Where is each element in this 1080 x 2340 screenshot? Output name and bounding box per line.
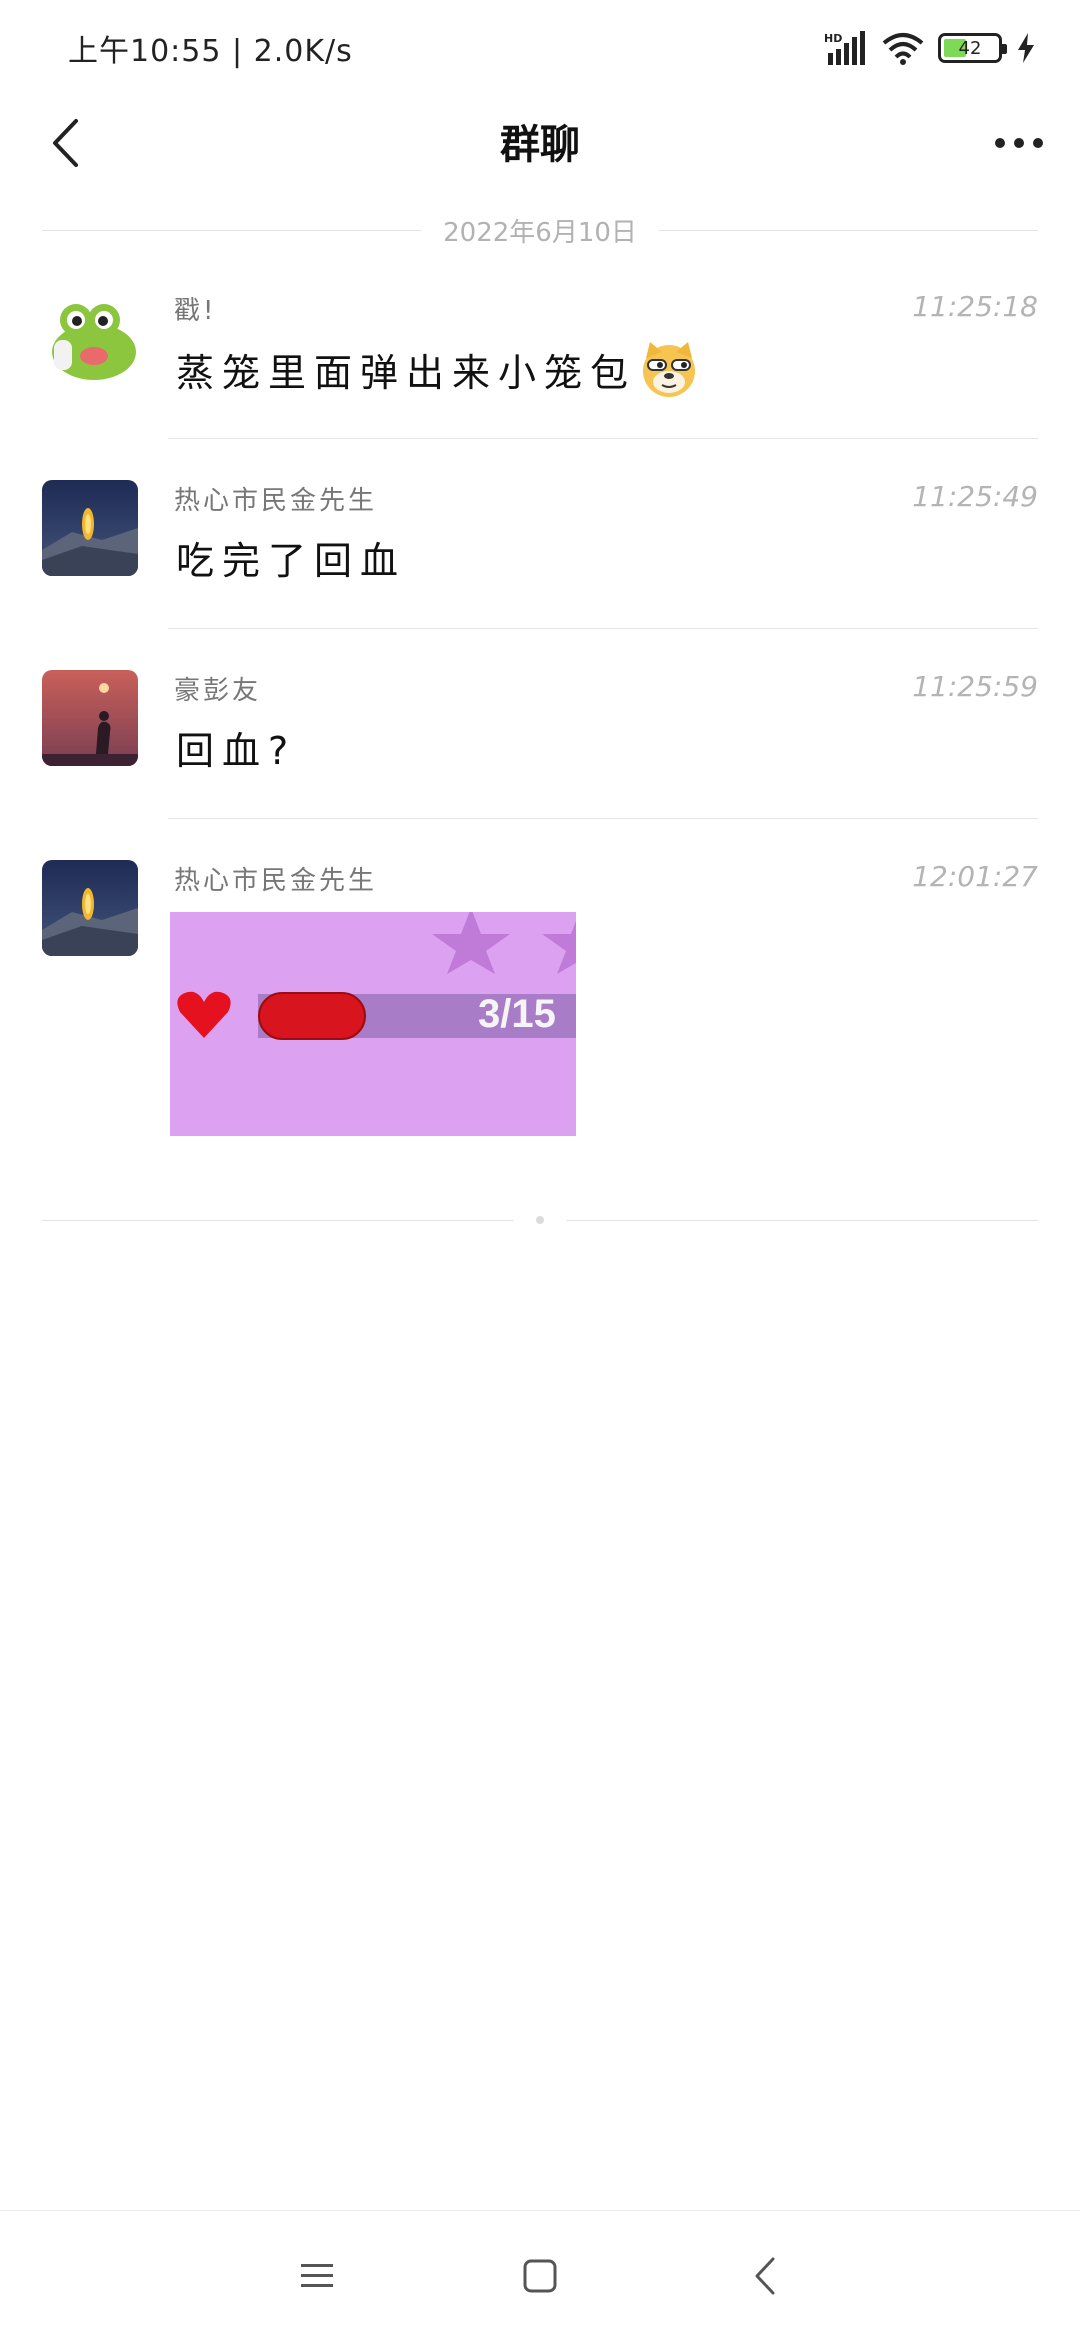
message-time: 11:25:18 [912, 290, 1038, 323]
avatar[interactable] [42, 290, 138, 386]
home-button[interactable] [510, 2246, 570, 2306]
network-label: HD [824, 32, 842, 45]
heart-icon [177, 991, 231, 1038]
message-time: 11:25:49 [912, 480, 1038, 513]
message-text: 回血? [176, 729, 297, 773]
message-item[interactable]: 热心市民金先生 12:01:27 3/15 [0, 860, 1080, 1150]
end-dot [536, 1216, 544, 1224]
message-separator [168, 818, 1038, 819]
sender-name: 戳! [174, 296, 217, 326]
star-icon [432, 912, 510, 974]
message-text: 吃完了回血 [176, 539, 407, 583]
message-separator [168, 628, 1038, 629]
menu-icon [301, 2264, 333, 2287]
night-mountain-avatar-icon [42, 480, 138, 576]
message-time: 11:25:59 [912, 670, 1038, 703]
message-item[interactable]: 豪彭友 11:25:59 回血? [0, 670, 1080, 820]
sender-name: 热心市民金先生 [174, 486, 378, 516]
charging-icon [1018, 33, 1034, 63]
page-title: 群聊 [500, 122, 580, 168]
message-time: 12:01:27 [912, 860, 1038, 893]
message-item[interactable]: 戳! 11:25:18 蒸笼里面弹出来小笼包 [0, 290, 1080, 440]
message-text-row: 蒸笼里面弹出来小笼包 [176, 340, 698, 398]
date-divider: 2022年6月10日 [42, 210, 1039, 250]
star-icon [542, 921, 576, 974]
back-icon [755, 2257, 775, 2295]
signal-icon: HD [824, 31, 865, 65]
navigation-bar [0, 2210, 1080, 2340]
status-bar: 上午10:55 | 2.0K/s HD 42 [0, 0, 1080, 90]
avatar[interactable] [42, 480, 138, 576]
more-dot [1014, 138, 1024, 148]
status-icons: HD 42 [824, 28, 1036, 68]
sunset-avatar-icon [42, 670, 138, 766]
night-mountain-avatar-icon [42, 860, 138, 956]
battery-icon: 42 [938, 33, 1007, 63]
wifi-icon [882, 33, 924, 65]
sender-name: 豪彭友 [174, 676, 262, 706]
frog-avatar-icon [42, 290, 138, 386]
nav-back-button[interactable] [735, 2246, 795, 2306]
avatar[interactable] [42, 860, 138, 956]
more-dot [995, 138, 1005, 148]
sender-name: 热心市民金先生 [174, 866, 378, 896]
more-dot [1033, 138, 1043, 148]
message-item[interactable]: 热心市民金先生 11:25:49 吃完了回血 [0, 480, 1080, 630]
health-bar-fill [258, 992, 366, 1040]
image-message[interactable]: 3/15 [170, 912, 576, 1136]
status-time: 上午10:55 | 2.0K/s [68, 34, 353, 69]
end-divider [42, 1210, 1038, 1230]
more-options-button[interactable] [984, 108, 1054, 178]
doge-emoji-icon [643, 342, 696, 397]
message-text: 蒸笼里面弹出来小笼包 [176, 350, 637, 395]
home-icon [523, 2259, 557, 2293]
avatar[interactable] [42, 670, 138, 766]
battery-level: 42 [958, 37, 982, 59]
health-bar-text: 3/15 [478, 992, 556, 1036]
chat-header: 群聊 [0, 90, 1080, 200]
menu-button[interactable] [287, 2246, 347, 2306]
date-label: 2022年6月10日 [443, 217, 637, 248]
message-separator [168, 438, 1038, 439]
